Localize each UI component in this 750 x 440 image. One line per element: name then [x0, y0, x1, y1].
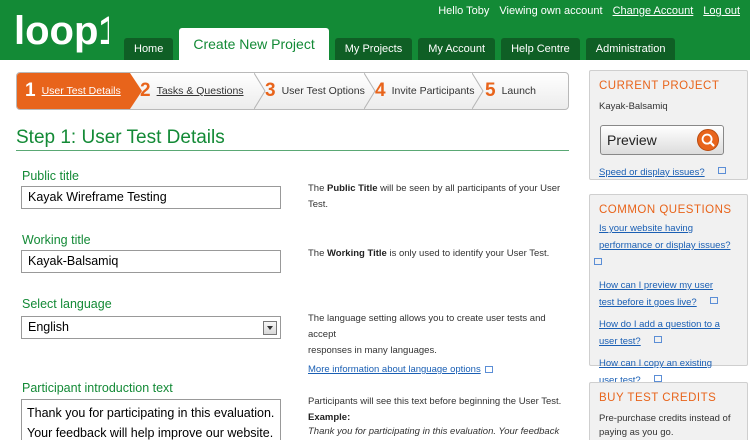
title-divider — [16, 150, 569, 151]
top-header: loop11 Hello Toby Viewing own account Ch… — [0, 0, 750, 60]
common-questions-box: COMMON QUESTIONS Is your website having … — [589, 194, 748, 386]
logout-link[interactable]: Log out — [703, 5, 740, 17]
intro-text-line: Thank you for participating in this eval… — [27, 406, 275, 420]
intro-text-line: Your feedback will help improve our webs… — [27, 426, 274, 440]
step-label: User Test Options — [281, 85, 365, 97]
step-arrow-separator — [472, 73, 484, 109]
public-title-label: Public title — [22, 169, 79, 183]
current-project-name: Kayak-Balsamiq — [599, 101, 668, 112]
help-text: The language setting allows you to creat… — [308, 313, 546, 340]
help-bold: Working Title — [327, 248, 387, 259]
help-text: responses in many languages. — [308, 345, 437, 356]
help-link-row: More information about language options — [308, 362, 568, 378]
public-title-help: The Public Title will be seen by all par… — [308, 181, 568, 213]
step-number: 3 — [265, 80, 276, 101]
faq-link-line[interactable]: test before it goes live? — [590, 297, 706, 308]
help-bold: Public Title — [327, 183, 378, 194]
faq-link-line[interactable]: How can I copy an existing — [590, 357, 747, 370]
tab-create-new-project[interactable]: Create New Project — [179, 28, 329, 60]
language-selected-value: English — [28, 320, 69, 334]
buy-credits-heading: BUY TEST CREDITS — [599, 392, 717, 404]
help-text: The — [308, 248, 328, 259]
viewing-account-text: Viewing own account — [499, 5, 603, 17]
help-text: is only used to identify your User Test. — [386, 248, 550, 259]
intro-text-label: Participant introduction text — [22, 381, 173, 395]
buy-credits-text: paying as you go. — [599, 427, 674, 438]
step-user-test-details[interactable]: 1 User Test Details — [17, 73, 130, 109]
language-label: Select language — [22, 297, 112, 311]
help-example-heading: Example: — [308, 412, 351, 423]
tab-my-projects[interactable]: My Projects — [334, 38, 413, 60]
greeting-text: Hello Toby — [438, 5, 490, 17]
faq-link-line[interactable]: How do I add a question to a — [590, 318, 747, 331]
help-text: The — [308, 183, 328, 194]
buy-credits-box: BUY TEST CREDITS Pre-purchase credits in… — [589, 382, 748, 440]
faq-link-line[interactable]: user test? — [590, 336, 650, 347]
account-links: Hello Toby Viewing own account Change Ac… — [438, 5, 740, 17]
external-link-icon — [717, 167, 726, 175]
logo-text: loop11 — [14, 9, 109, 53]
loop11-logo[interactable]: loop11 — [14, 6, 109, 56]
faq-item[interactable]: How can I preview my user test before it… — [590, 279, 747, 310]
wizard-step-bar: 1 User Test Details 2 Tasks & Questions … — [16, 72, 569, 110]
step-label: Invite Participants — [391, 85, 475, 97]
tab-help-centre[interactable]: Help Centre — [501, 38, 580, 60]
step-tasks-questions[interactable]: 2 Tasks & Questions — [140, 73, 256, 109]
help-example-text: Thank you for participating in this eval… — [308, 426, 560, 437]
current-project-box: CURRENT PROJECT Kayak-Balsamiq Preview S… — [589, 70, 748, 180]
faq-link-line[interactable]: performance or display issues? — [590, 240, 739, 251]
dropdown-arrow-icon[interactable] — [263, 321, 277, 335]
external-link-icon — [594, 258, 602, 266]
faq-item[interactable]: How do I add a question to a user test? — [590, 318, 747, 349]
external-link-icon — [709, 297, 718, 305]
external-link-icon — [653, 336, 662, 344]
tab-administration[interactable]: Administration — [585, 38, 676, 60]
step-launch[interactable]: 5 Launch — [485, 73, 565, 109]
magnifier-icon — [697, 129, 719, 151]
working-title-label: Working title — [22, 233, 91, 247]
common-questions-heading: COMMON QUESTIONS — [599, 204, 732, 216]
speed-issues-link[interactable]: Speed or display issues? — [590, 167, 714, 178]
language-help: The language setting allows you to creat… — [308, 311, 568, 378]
public-title-input[interactable]: Kayak Wireframe Testing — [21, 186, 281, 209]
step-number: 1 — [25, 80, 36, 101]
help-text: Participants will see this text before b… — [308, 396, 562, 407]
page-title: Step 1: User Test Details — [16, 127, 225, 148]
intro-help: Participants will see this text before b… — [308, 395, 568, 440]
tab-home[interactable]: Home — [124, 38, 174, 60]
change-account-link[interactable]: Change Account — [613, 5, 694, 17]
preview-label: Preview — [607, 132, 657, 148]
faq-link-line[interactable]: Is your website having — [590, 222, 747, 235]
main-nav-tabs: Home Create New Project My Projects My A… — [124, 28, 681, 60]
step-number: 4 — [375, 80, 386, 101]
faq-link-line[interactable]: How can I preview my user — [590, 279, 747, 292]
step-label: Tasks & Questions — [156, 85, 244, 97]
external-link-icon — [484, 365, 493, 373]
working-title-input[interactable]: Kayak-Balsamiq — [21, 250, 281, 273]
intro-textarea[interactable]: Thank you for participating in this eval… — [21, 399, 281, 440]
faq-item[interactable]: Is your website having performance or di… — [590, 222, 747, 271]
speed-issues-row: Speed or display issues? — [590, 162, 726, 180]
language-options-link[interactable]: More information about language options — [308, 364, 481, 375]
step-label: User Test Details — [41, 85, 121, 97]
step-number: 5 — [485, 80, 496, 101]
step-user-test-options[interactable]: 3 User Test Options — [265, 73, 370, 109]
tab-my-account[interactable]: My Account — [418, 38, 496, 60]
buy-credits-text: Pre-purchase credits instead of — [599, 413, 731, 424]
working-title-help: The Working Title is only used to identi… — [308, 246, 568, 262]
preview-button[interactable]: Preview — [600, 125, 724, 155]
language-select[interactable]: English — [21, 316, 281, 339]
step-number: 2 — [140, 80, 151, 101]
current-project-heading: CURRENT PROJECT — [599, 80, 720, 92]
step-invite-participants[interactable]: 4 Invite Participants — [375, 73, 480, 109]
step-label: Launch — [501, 85, 537, 97]
